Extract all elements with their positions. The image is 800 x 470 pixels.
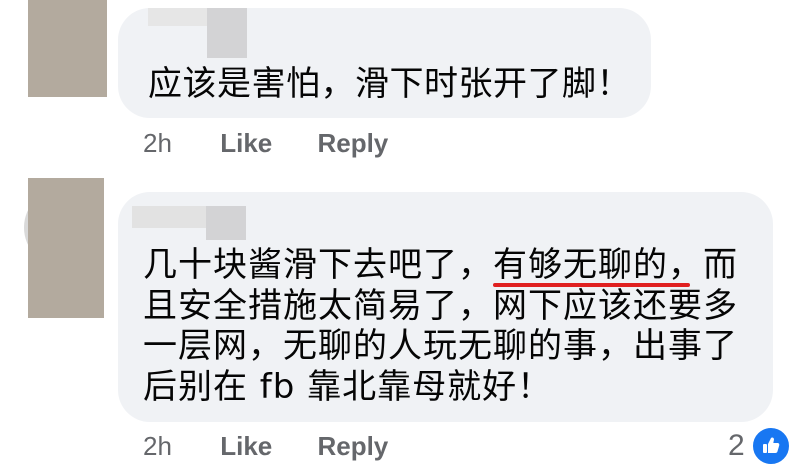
commenter-name-redacted-part xyxy=(207,8,247,58)
reaction-summary[interactable]: 2 xyxy=(728,426,791,466)
reply-button[interactable]: Reply xyxy=(317,431,388,462)
commenter-avatar-redacted[interactable] xyxy=(28,0,107,97)
commenter-name-redacted[interactable] xyxy=(132,206,206,228)
comment-timestamp[interactable]: 2h xyxy=(143,431,213,462)
comment-text-line: 几十块酱滑下去吧了，有够无聊的，而 xyxy=(143,245,738,285)
comment-actions: 2h Like Reply xyxy=(143,431,388,462)
comment-timestamp[interactable]: 2h xyxy=(143,128,213,159)
like-button[interactable]: Like xyxy=(220,431,310,462)
reply-button[interactable]: Reply xyxy=(317,128,388,159)
reaction-count: 2 xyxy=(728,429,745,462)
commenter-name-redacted[interactable] xyxy=(148,8,216,26)
commenter-avatar-redacted[interactable] xyxy=(28,178,104,318)
comment-text-line: 一层网，无聊的人玩无聊的事，出事了 xyxy=(143,326,738,366)
commenter-name-redacted-part xyxy=(206,206,246,240)
thumbs-up-icon xyxy=(750,426,791,466)
comment-actions: 2h Like Reply xyxy=(143,128,388,159)
comment-text-line: 后别在 fb 靠北靠母就好！ xyxy=(143,367,553,407)
like-button[interactable]: Like xyxy=(220,128,310,159)
comment-text-line: 且安全措施太简易了，网下应该还要多 xyxy=(143,286,738,326)
comment-text: 应该是害怕，滑下时张开了脚！ xyxy=(148,64,631,104)
